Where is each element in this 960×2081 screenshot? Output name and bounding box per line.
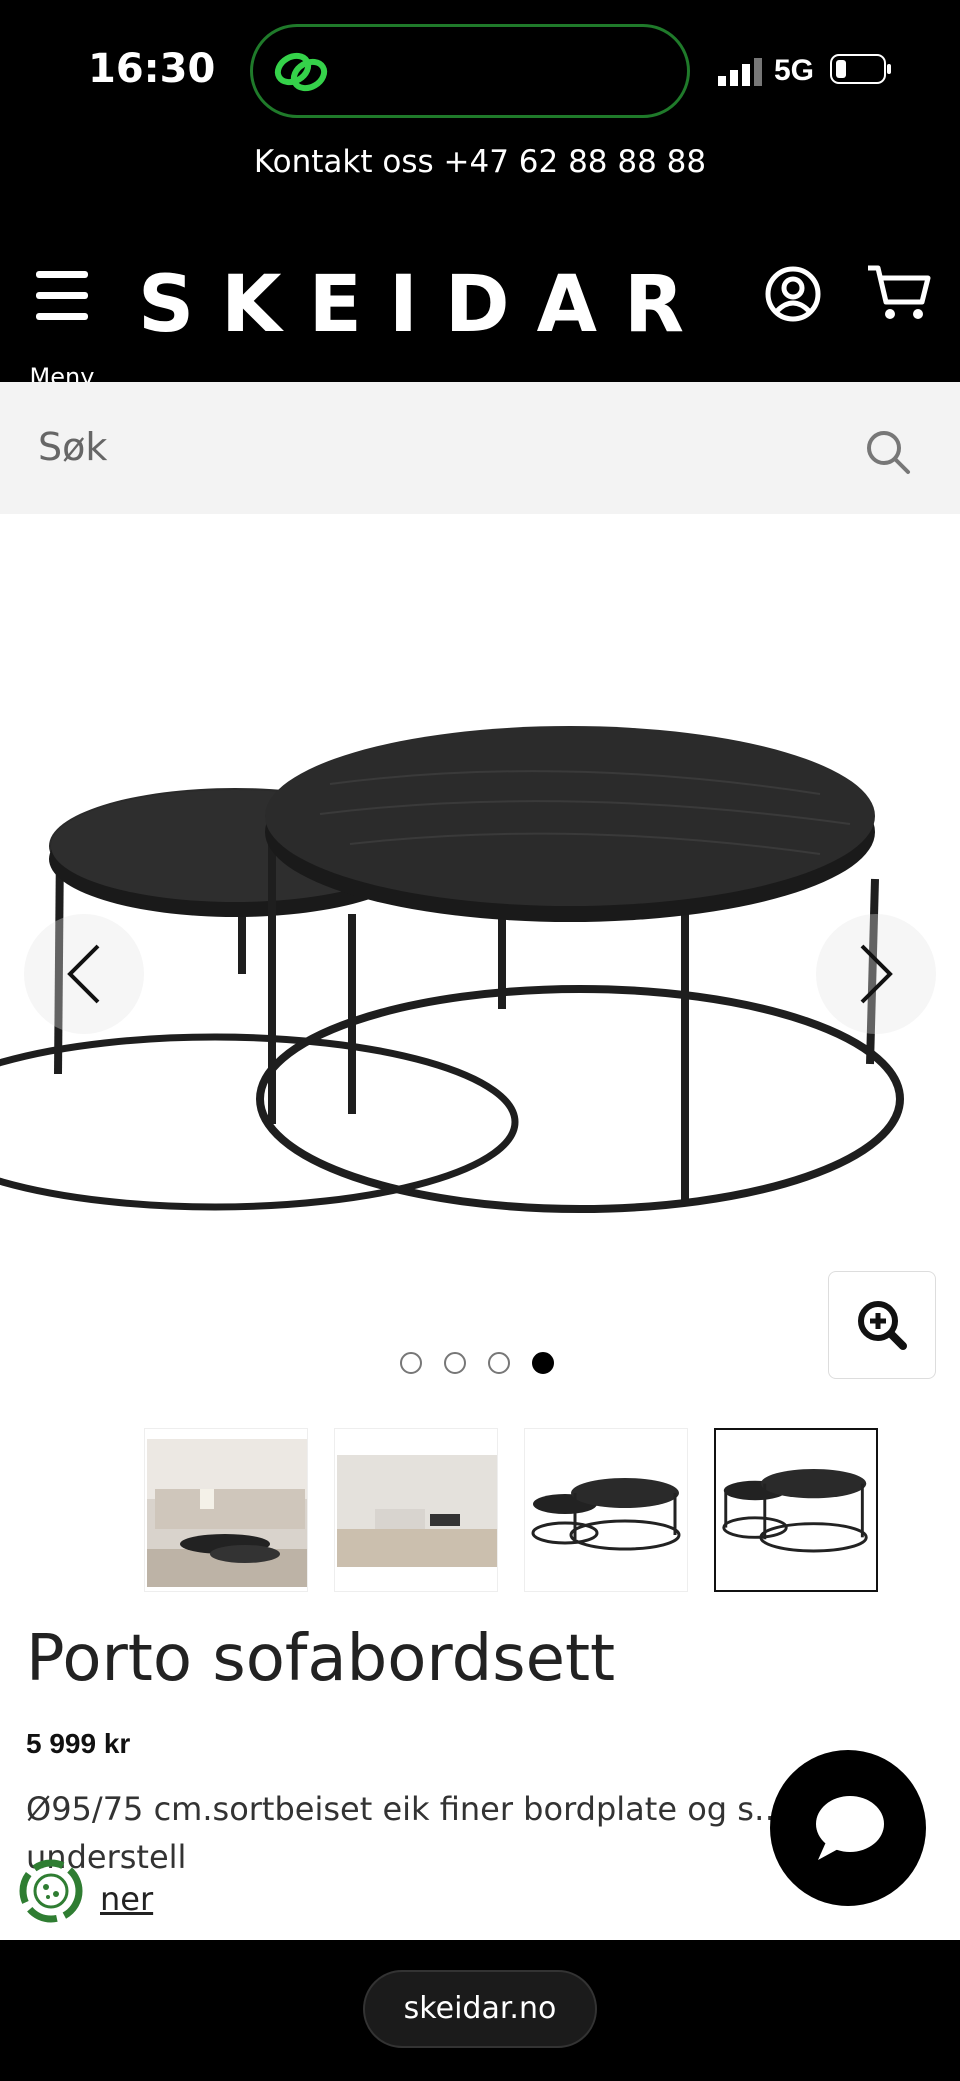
status-time: 16:30 bbox=[88, 46, 216, 92]
cookie-icon bbox=[19, 1859, 83, 1923]
zoom-in-icon bbox=[858, 1301, 907, 1350]
slide-dot[interactable] bbox=[444, 1352, 466, 1374]
browser-bar: skeidar.no bbox=[0, 1940, 960, 2081]
search-input[interactable] bbox=[38, 422, 818, 472]
zoom-button[interactable] bbox=[828, 1271, 936, 1379]
url-bar[interactable]: skeidar.no bbox=[363, 1970, 597, 2048]
thumbnail-3[interactable] bbox=[524, 1428, 688, 1592]
slide-dot-active[interactable] bbox=[532, 1352, 554, 1374]
account-icon[interactable] bbox=[763, 264, 823, 324]
contact-link[interactable]: Kontakt oss +47 62 88 88 88 bbox=[0, 140, 960, 232]
cart-icon[interactable] bbox=[866, 262, 932, 324]
thumbnail-image bbox=[147, 1439, 307, 1587]
thumbnail-4-selected[interactable] bbox=[714, 1428, 878, 1592]
signal-icon bbox=[718, 58, 762, 86]
product-description: Ø95/75 cm.sortbeiset eik finer bordplate… bbox=[26, 1790, 786, 1876]
previous-image-button[interactable] bbox=[24, 914, 144, 1034]
product-gallery bbox=[0, 514, 960, 1394]
thumbnail-image bbox=[722, 1469, 868, 1553]
link-icon bbox=[274, 52, 328, 92]
thumbnail-image bbox=[337, 1455, 497, 1567]
product-price: 5 999 kr bbox=[26, 1728, 131, 1759]
slide-dot[interactable] bbox=[488, 1352, 510, 1374]
dynamic-island bbox=[250, 24, 690, 118]
thumbnail-image bbox=[531, 1478, 681, 1551]
read-more-link[interactable]: ner bbox=[100, 1880, 153, 1918]
thumbnail-2[interactable] bbox=[334, 1428, 498, 1592]
chevron-left-icon bbox=[67, 944, 100, 1004]
thumbnail-1[interactable] bbox=[144, 1428, 308, 1592]
menu-button[interactable]: Meny bbox=[28, 267, 98, 391]
product-title: Porto sofabordsett bbox=[26, 1622, 616, 1696]
battery-icon bbox=[830, 54, 891, 84]
chat-button[interactable] bbox=[770, 1750, 926, 1906]
site-header: Meny SKEIDAR bbox=[0, 232, 960, 391]
product-image bbox=[0, 726, 904, 1213]
chat-bubble-icon bbox=[816, 1796, 884, 1860]
search-icon[interactable] bbox=[864, 428, 914, 478]
next-image-button[interactable] bbox=[816, 914, 936, 1034]
slide-indicator bbox=[400, 1352, 570, 1382]
site-logo[interactable]: SKEIDAR bbox=[138, 260, 711, 350]
search-bar bbox=[0, 382, 960, 514]
chevron-right-icon bbox=[860, 944, 893, 1004]
status-bar: 16:30 5G bbox=[0, 0, 960, 140]
network-type: 5G bbox=[774, 54, 815, 87]
cookie-settings-button[interactable] bbox=[16, 1856, 86, 1926]
slide-dot[interactable] bbox=[400, 1352, 422, 1374]
